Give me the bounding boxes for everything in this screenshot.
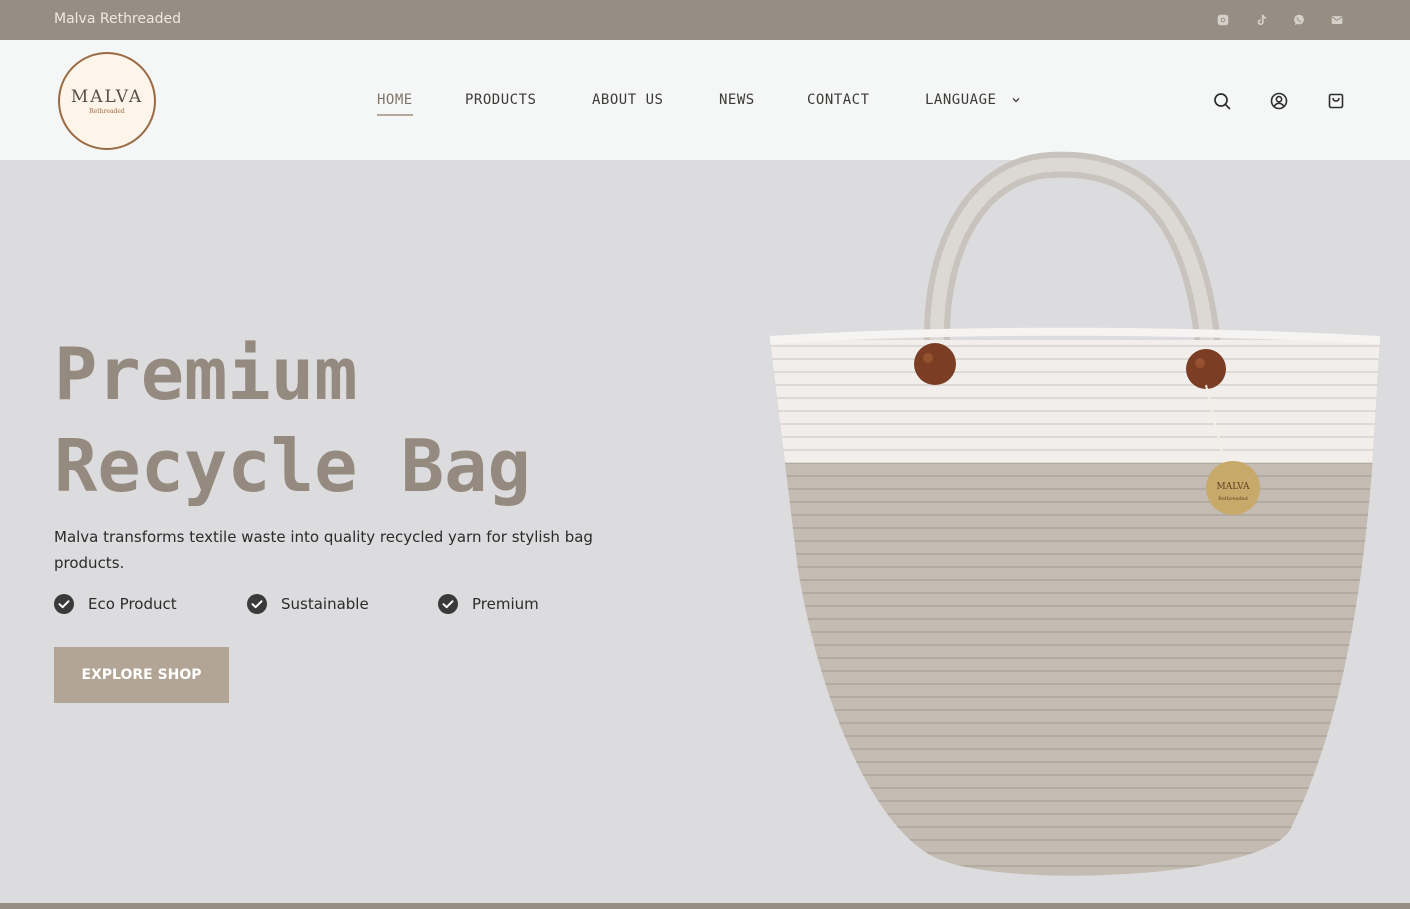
search-icon[interactable] xyxy=(1211,90,1233,112)
explore-shop-button[interactable]: EXPLORE SHOP xyxy=(54,647,229,703)
nav-about-us[interactable]: ABOUT US xyxy=(592,92,663,108)
logo-tagline: Rethreaded xyxy=(89,108,125,115)
hero-title-line-2: Recycle Bag xyxy=(54,424,531,508)
check-circle-icon xyxy=(438,594,458,614)
feature-eco-product: Eco Product xyxy=(54,594,177,614)
hero-title: Premium Recycle Bag xyxy=(54,328,531,512)
topbar-brand: Malva Rethreaded xyxy=(54,11,181,27)
logo-name: MALVA xyxy=(70,87,144,107)
nav-news[interactable]: NEWS xyxy=(719,92,755,108)
account-icon[interactable] xyxy=(1268,90,1290,112)
nav-contact[interactable]: CONTACT xyxy=(807,92,870,108)
bag-tag-subtext: Rethreaded xyxy=(1218,496,1248,502)
check-circle-icon xyxy=(54,594,74,614)
nav-language-label: LANGUAGE xyxy=(925,92,997,108)
instagram-icon[interactable] xyxy=(1215,12,1231,28)
tiktok-icon[interactable] xyxy=(1253,12,1269,28)
cart-icon[interactable] xyxy=(1325,90,1347,112)
feature-premium: Premium xyxy=(438,594,539,614)
nav-products[interactable]: PRODUCTS xyxy=(465,92,536,108)
feature-label: Premium xyxy=(472,595,539,613)
site-logo[interactable]: MALVA Rethreaded xyxy=(58,52,156,150)
feature-sustainable: Sustainable xyxy=(247,594,369,614)
top-bar: Malva Rethreaded xyxy=(0,0,1410,40)
whatsapp-icon[interactable] xyxy=(1291,12,1307,28)
nav-home[interactable]: HOME xyxy=(377,92,413,116)
bag-tag-text: MALVA xyxy=(1216,482,1250,492)
hero-title-line-1: Premium xyxy=(54,332,358,416)
chevron-down-icon xyxy=(1012,98,1020,103)
bottom-divider xyxy=(0,903,1410,909)
hero-description: Malva transforms textile waste into qual… xyxy=(54,528,593,572)
feature-label: Eco Product xyxy=(88,595,177,613)
check-circle-icon xyxy=(247,594,267,614)
hero-bag-image: MALVA Rethreaded xyxy=(769,151,1381,876)
mail-icon[interactable] xyxy=(1329,12,1345,28)
nav-language-dropdown[interactable]: LANGUAGE xyxy=(925,92,1021,108)
feature-label: Sustainable xyxy=(281,595,369,613)
